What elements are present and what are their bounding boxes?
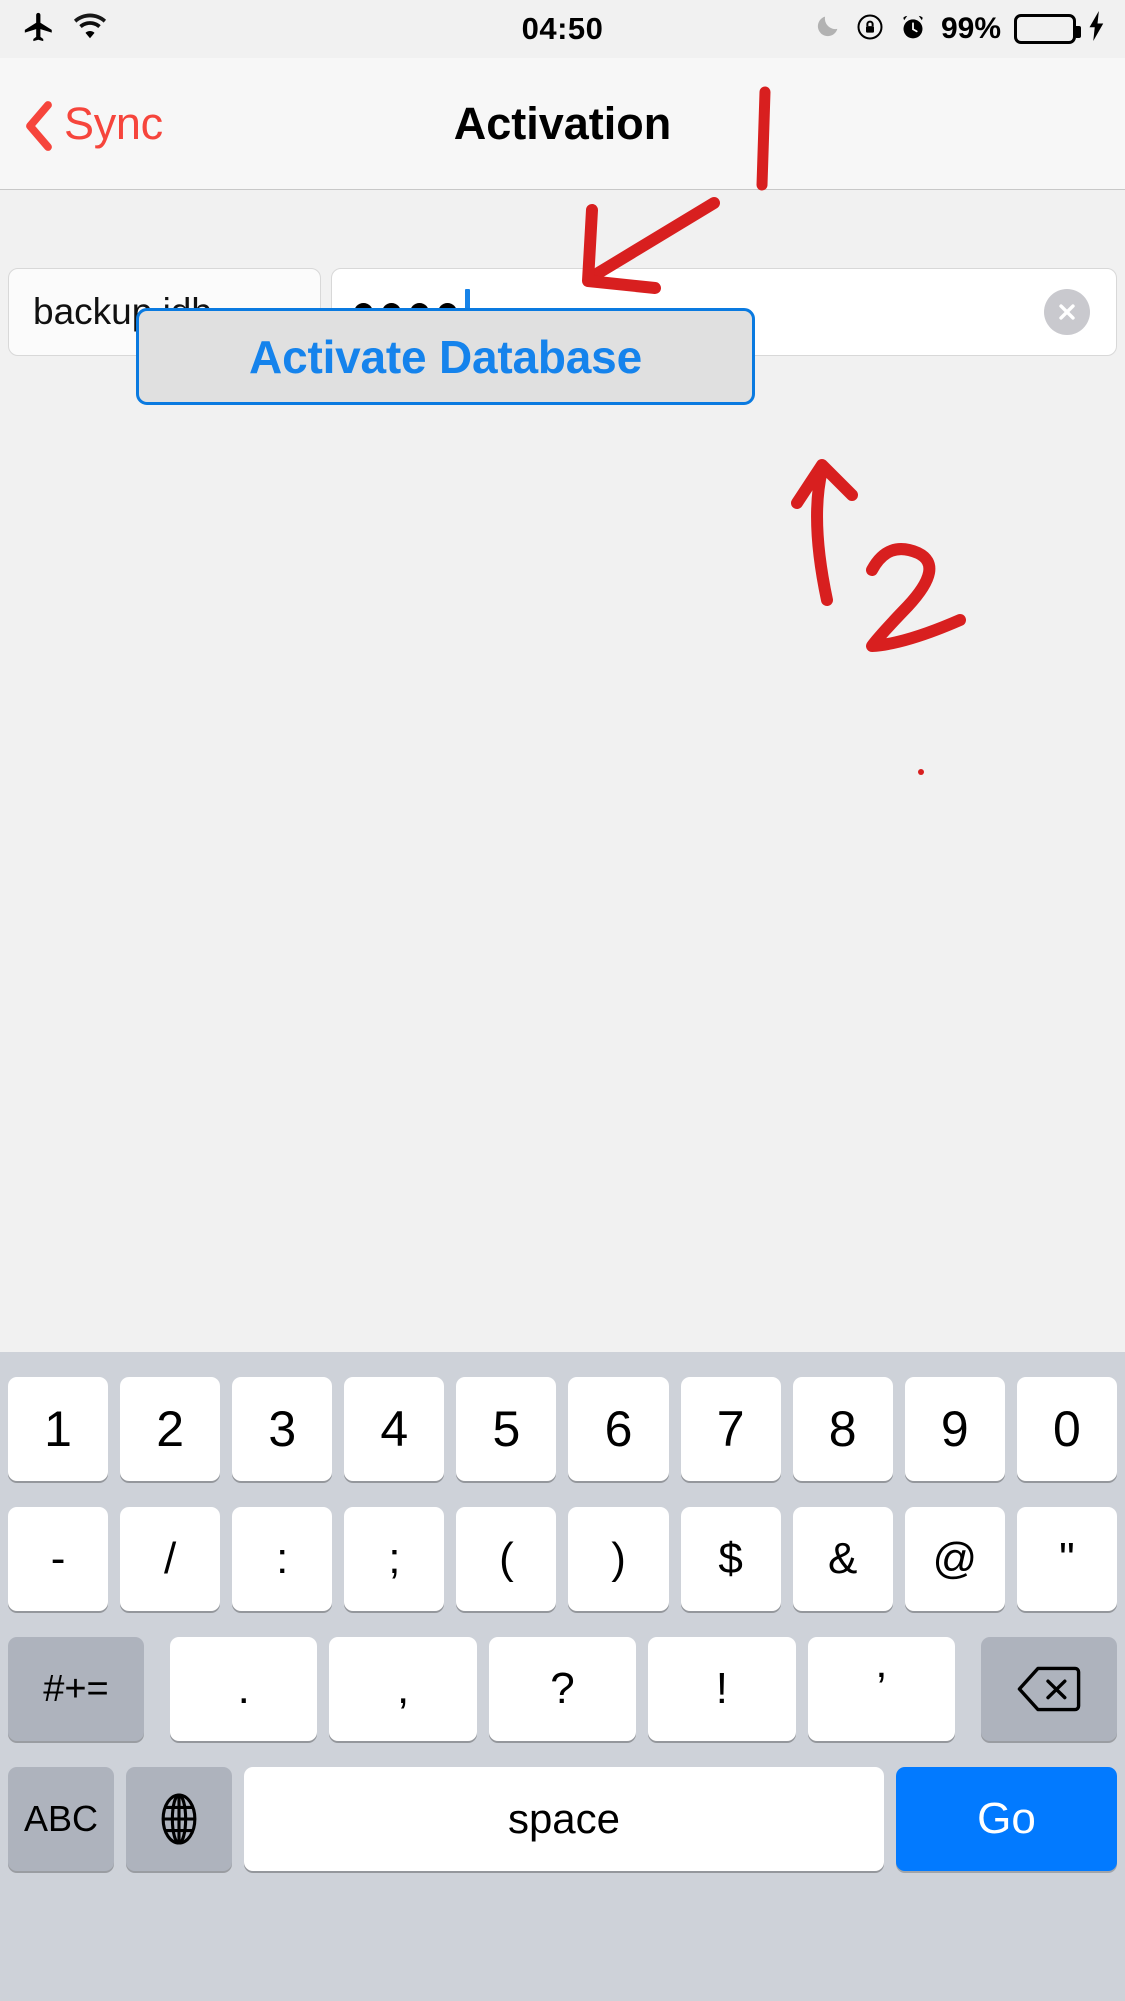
key-8[interactable]: 8 — [792, 1377, 893, 1481]
battery-percent-label: 99% — [940, 12, 1001, 45]
page-title: Activation — [453, 98, 672, 149]
key-symbol-set-toggle[interactable]: #+= — [8, 1637, 144, 1741]
key-paren-close[interactable]: ) — [568, 1507, 669, 1611]
key-quote-double[interactable]: " — [1016, 1507, 1117, 1611]
activate-database-button[interactable]: Activate Database — [136, 308, 755, 405]
battery-icon — [1014, 14, 1081, 44]
status-bar-right: 99% — [814, 0, 1107, 58]
activate-database-button-label: Activate Database — [249, 330, 642, 383]
moon-icon — [814, 11, 842, 47]
key-6[interactable]: 6 — [568, 1377, 669, 1481]
key-4[interactable]: 4 — [344, 1377, 445, 1481]
keyboard-row-symbols: - / : ; ( ) $ & @ " — [0, 1507, 1125, 1611]
key-1[interactable]: 1 — [8, 1377, 109, 1481]
key-paren-open[interactable]: ( — [456, 1507, 557, 1611]
key-period[interactable]: . — [170, 1637, 318, 1741]
key-3[interactable]: 3 — [232, 1377, 333, 1481]
status-bar: 04:50 99% — [0, 0, 1125, 58]
key-exclamation[interactable]: ! — [648, 1637, 796, 1741]
key-9[interactable]: 9 — [904, 1377, 1005, 1481]
key-colon[interactable]: : — [232, 1507, 333, 1611]
key-space[interactable]: space — [244, 1767, 884, 1871]
clear-text-button[interactable] — [1044, 289, 1090, 335]
status-bar-clock: 04:50 — [521, 11, 604, 46]
alarm-icon — [898, 12, 928, 47]
content-area: backup.idb Activate Database — [0, 191, 1125, 1352]
key-ampersand[interactable]: & — [792, 1507, 893, 1611]
key-abc-switch[interactable]: ABC — [8, 1767, 114, 1871]
key-semicolon[interactable]: ; — [344, 1507, 445, 1611]
key-7[interactable]: 7 — [680, 1377, 781, 1481]
navigation-bar: Sync Activation — [0, 58, 1125, 190]
phone-screen: 04:50 99% Sync Activation backup.idb Act… — [0, 0, 1125, 2001]
key-question[interactable]: ? — [488, 1637, 637, 1741]
lightning-bolt-icon — [1087, 11, 1107, 47]
key-go-return[interactable]: Go — [896, 1767, 1117, 1871]
key-dollar[interactable]: $ — [680, 1507, 781, 1611]
key-hyphen[interactable]: - — [8, 1507, 109, 1611]
globe-icon[interactable] — [126, 1767, 232, 1871]
keyboard-row-bottom: ABC space Go — [0, 1767, 1125, 1871]
key-comma[interactable]: , — [329, 1637, 477, 1741]
key-at[interactable]: @ — [904, 1507, 1005, 1611]
key-0[interactable]: 0 — [1016, 1377, 1117, 1481]
keyboard-row-numbers: 1 2 3 4 5 6 7 8 9 0 — [0, 1377, 1125, 1481]
key-2[interactable]: 2 — [120, 1377, 221, 1481]
software-keyboard: 1 2 3 4 5 6 7 8 9 0 - / : ; ( ) $ & @ " … — [0, 1352, 1125, 2001]
key-5[interactable]: 5 — [456, 1377, 557, 1481]
key-slash[interactable]: / — [120, 1507, 221, 1611]
backspace-delete-icon[interactable] — [981, 1637, 1117, 1741]
key-apostrophe[interactable]: ’ — [807, 1637, 956, 1741]
keyboard-row-punctuation: #+= . , ? ! ’ — [0, 1637, 1125, 1741]
rotation-lock-icon — [855, 12, 885, 47]
